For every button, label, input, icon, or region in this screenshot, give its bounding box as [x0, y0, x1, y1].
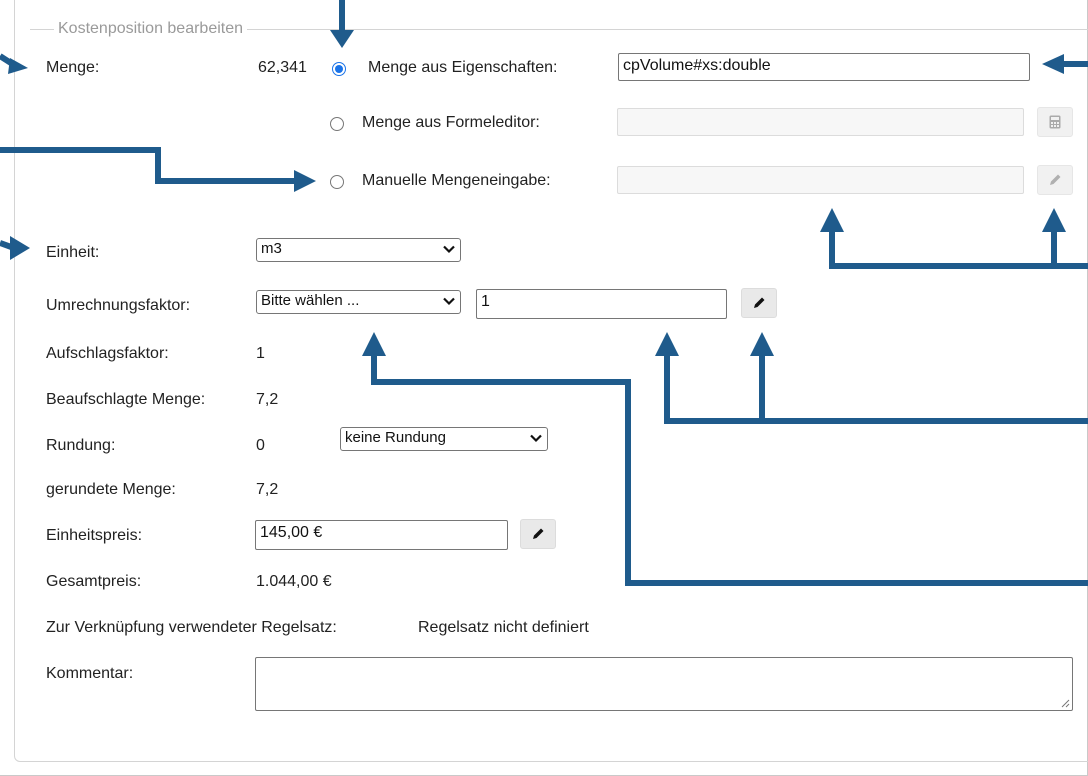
- radio-menge-formeleditor[interactable]: [330, 117, 344, 131]
- einheitspreis-label: Einheitspreis:: [46, 527, 143, 544]
- rundung-label: Rundung:: [46, 437, 116, 454]
- chevron-down-icon: [443, 297, 455, 306]
- chevron-down-icon: [443, 245, 455, 254]
- umrechnung-label: Umrechnungsfaktor:: [46, 297, 191, 314]
- manuelle-menge-input[interactable]: [617, 166, 1024, 194]
- gesamtpreis-label: Gesamtpreis:: [46, 573, 142, 590]
- gerundet-value: 7,2: [256, 481, 279, 498]
- regelsatz-label: Zur Verknüpfung verwendeter Regelsatz:: [46, 619, 337, 636]
- beaufschlagt-value: 7,2: [256, 391, 279, 408]
- fieldset-legend: Kostenposition bearbeiten: [54, 20, 248, 38]
- rundung-select[interactable]: keine Rundung: [340, 427, 548, 451]
- beaufschlagt-label: Beaufschlagte Menge:: [46, 391, 206, 408]
- einheit-label: Einheit:: [46, 244, 100, 261]
- umrechnung-select[interactable]: Bitte wählen ...: [256, 290, 461, 314]
- menge-value: 62,341: [258, 59, 307, 76]
- kommentar-label: Kommentar:: [46, 665, 134, 682]
- label-menge-formeleditor: Menge aus Formeleditor:: [362, 114, 540, 131]
- gesamtpreis-value: 1.044,00 €: [256, 573, 332, 590]
- pencil-icon: [754, 297, 765, 308]
- einheitspreis-input[interactable]: 145,00 €: [255, 520, 508, 550]
- formeleditor-input[interactable]: [617, 108, 1024, 136]
- umrechnung-edit-button[interactable]: [741, 288, 777, 318]
- chevron-down-icon: [530, 434, 542, 443]
- manuelle-menge-edit-button[interactable]: [1037, 165, 1073, 195]
- label-manuelle-menge: Manuelle Mengeneingabe:: [362, 172, 551, 189]
- eigenschaften-input[interactable]: cpVolume#xs:double: [618, 53, 1030, 81]
- menge-label: Menge:: [46, 59, 100, 76]
- formeleditor-button[interactable]: [1037, 107, 1073, 137]
- umrechnung-selected: Bitte wählen ...: [261, 292, 360, 309]
- gerundet-label: gerundete Menge:: [46, 481, 176, 498]
- pencil-icon: [533, 528, 544, 539]
- rundung-value: 0: [256, 437, 265, 454]
- umrechnung-input[interactable]: 1: [476, 289, 727, 319]
- einheit-selected: m3: [261, 240, 282, 257]
- einheit-select[interactable]: m3: [256, 238, 461, 262]
- einheitspreis-edit-button[interactable]: [520, 519, 556, 549]
- aufschlag-label: Aufschlagsfaktor:: [46, 345, 169, 362]
- calculator-icon: [1049, 115, 1061, 129]
- pencil-icon: [1050, 174, 1061, 185]
- kommentar-textarea[interactable]: [255, 657, 1073, 711]
- label-menge-eigenschaften: Menge aus Eigenschaften:: [368, 59, 558, 76]
- rundung-selected: keine Rundung: [345, 429, 446, 446]
- resize-handle-icon[interactable]: [1061, 699, 1070, 708]
- radio-manuelle-menge[interactable]: [330, 175, 344, 189]
- radio-menge-eigenschaften[interactable]: [332, 62, 346, 76]
- regelsatz-value: Regelsatz nicht definiert: [418, 619, 589, 636]
- aufschlag-value: 1: [256, 345, 265, 362]
